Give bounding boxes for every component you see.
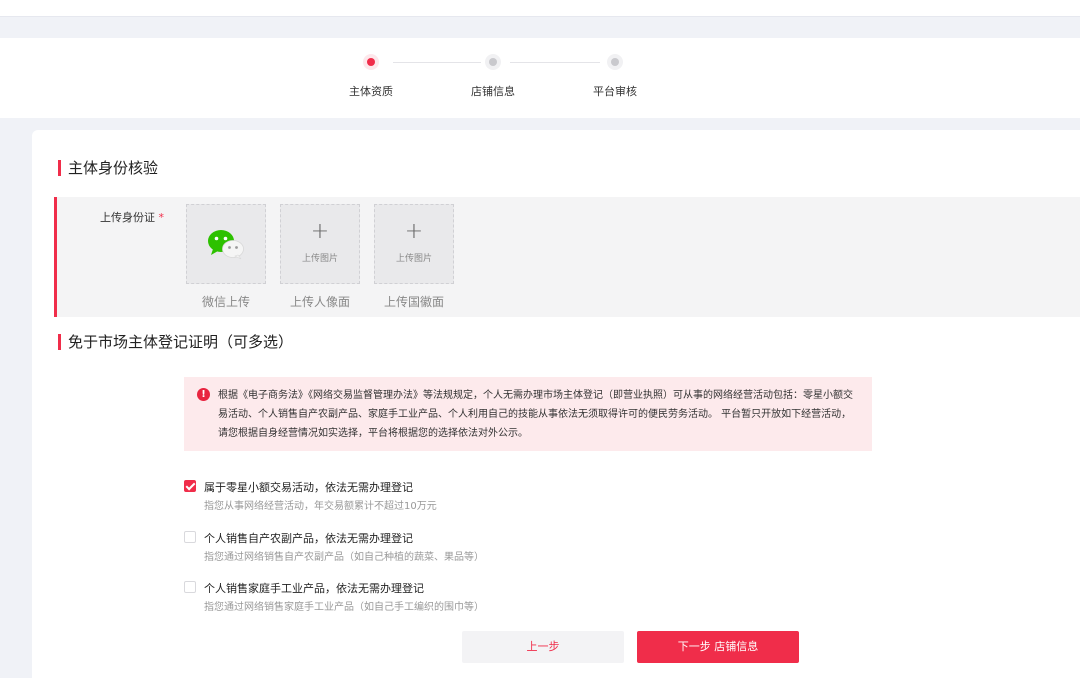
emblem-side-caption: 上传国徽面 xyxy=(383,295,444,309)
wechat-upload-caption: 微信上传 xyxy=(201,295,250,309)
upload-id-label: 上传身份证 * xyxy=(100,209,164,225)
notice-text: 根据《电子商务法》《网络交易监督管理办法》等法规规定，个人无需办理市场主体登记（… xyxy=(218,390,853,439)
alert-icon: ! xyxy=(197,388,210,401)
form-card: 主体身份核验 上传身份证 * 微信上传 + 上传图片 上传人像面 + 上传图片 … xyxy=(32,130,1080,678)
option-title: 个人销售自产农副产品，依法无需办理登记 xyxy=(204,532,413,545)
emblem-side-upload-tile[interactable]: + 上传图片 xyxy=(374,204,454,284)
checkbox-unchecked[interactable] xyxy=(184,581,196,593)
checkbox-unchecked[interactable] xyxy=(184,531,196,543)
option-title: 个人销售家庭手工业产品，依法无需办理登记 xyxy=(204,582,424,595)
progress-steps: 主体资质 店铺信息 平台审核 xyxy=(0,38,1080,118)
step-connector xyxy=(393,62,481,63)
exempt-section-title: 免于市场主体登记证明（可多选） xyxy=(58,333,293,351)
upload-id-label-text: 上传身份证 xyxy=(100,211,155,224)
option-desc: 指您通过网络销售自产农副产品（如自己种植的蔬菜、果品等） xyxy=(204,552,484,563)
plus-icon: + xyxy=(310,219,330,244)
wechat-upload-tile[interactable] xyxy=(186,204,266,284)
option-desc: 指您从事网络经营活动，年交易额累计不超过10万元 xyxy=(204,501,437,512)
next-step-button[interactable]: 下一步 店铺信息 xyxy=(637,631,799,663)
checkbox-checked[interactable] xyxy=(184,480,196,492)
step-label: 平台审核 xyxy=(593,85,637,98)
portrait-side-caption: 上传人像面 xyxy=(289,295,350,309)
legal-notice: ! 根据《电子商务法》《网络交易监督管理办法》等法规规定，个人无需办理市场主体登… xyxy=(184,377,872,451)
plus-icon: + xyxy=(404,219,424,244)
id-upload-row: 上传身份证 * 微信上传 + 上传图片 上传人像面 + 上传图片 上传国徽面 xyxy=(54,197,1080,317)
option-desc: 指您通过网络销售家庭手工业产品（如自己手工编织的围巾等） xyxy=(204,602,484,613)
step-label: 主体资质 xyxy=(349,85,393,98)
portrait-side-upload-tile[interactable]: + 上传图片 xyxy=(280,204,360,284)
step-label: 店铺信息 xyxy=(471,85,515,98)
step-pending-dot-icon xyxy=(485,54,501,70)
previous-step-button[interactable]: 上一步 xyxy=(462,631,624,663)
option-title: 属于零星小额交易活动，依法无需办理登记 xyxy=(204,481,413,494)
upload-image-hint: 上传图片 xyxy=(395,254,432,264)
step-active-dot-icon xyxy=(363,54,379,70)
top-bar xyxy=(0,0,1080,17)
upload-image-hint: 上传图片 xyxy=(301,254,338,264)
step-connector xyxy=(510,62,600,63)
step-pending-dot-icon xyxy=(607,54,623,70)
identity-section-title: 主体身份核验 xyxy=(58,159,158,177)
wechat-icon xyxy=(208,230,244,260)
required-mark: * xyxy=(158,211,165,224)
